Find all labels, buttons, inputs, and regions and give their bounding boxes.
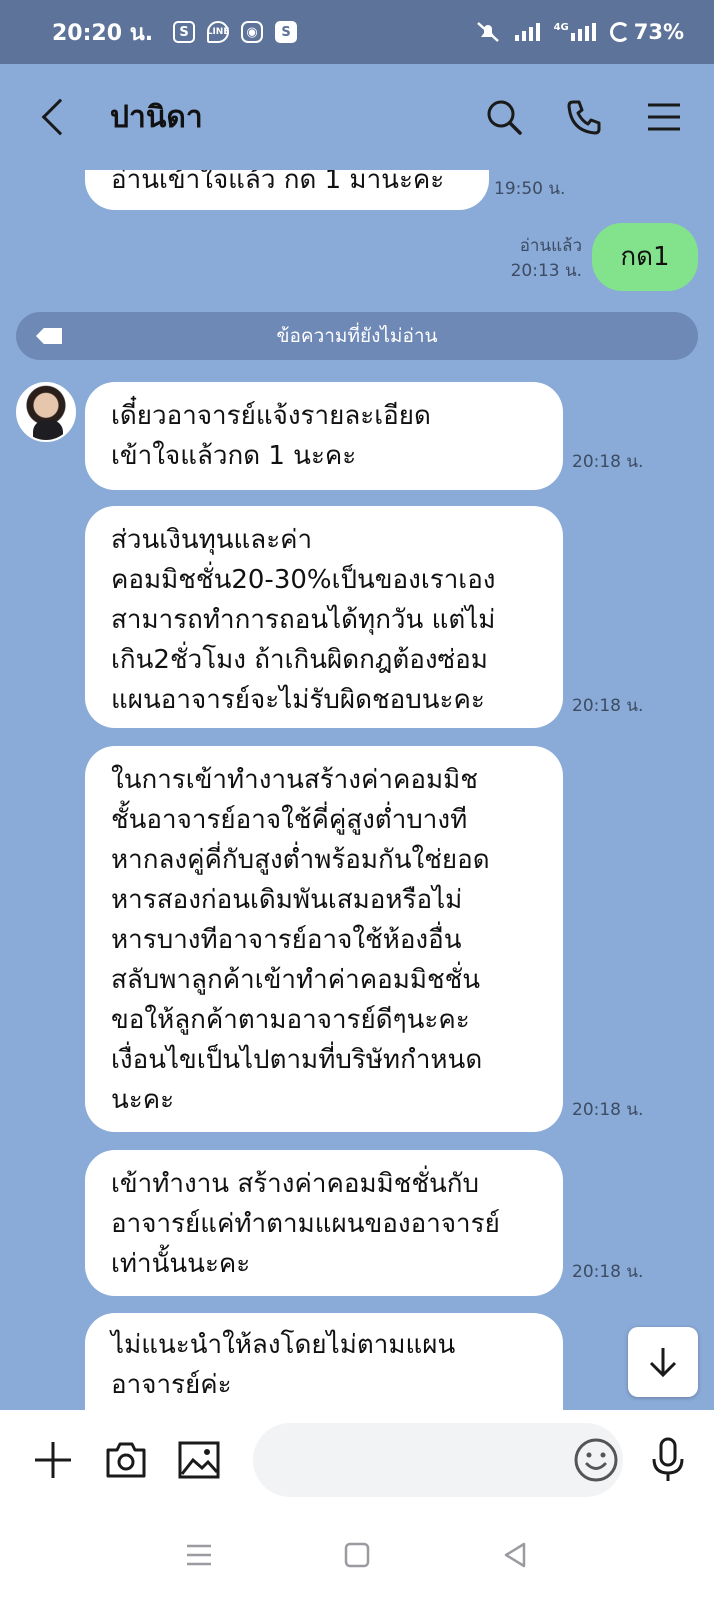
shopping-bag-icon: S — [173, 21, 196, 43]
triangle-back-icon — [504, 1542, 526, 1567]
chat-header: ปานิดา — [0, 64, 714, 170]
battery-icon — [609, 22, 630, 42]
image-button[interactable] — [176, 1437, 221, 1483]
message-bubble-incoming[interactable]: เข้าทำงาน สร้างค่าคอมมิชชั่นกับ อาจารย์แ… — [85, 1150, 563, 1296]
chat-messages[interactable]: อ่านเข้าใจแล้ว กด 1 มานะคะ 19:50 น. อ่าน… — [0, 170, 714, 1410]
home-button[interactable] — [337, 1535, 377, 1575]
instagram-icon: ◉ — [241, 21, 264, 43]
emoji-button[interactable] — [570, 1434, 622, 1486]
menu-button[interactable] — [644, 97, 684, 137]
message-time: 20:18 น. — [572, 696, 644, 716]
message-time: 19:50 น. — [494, 179, 566, 199]
battery-level: 73% — [633, 20, 684, 44]
mic-button[interactable] — [645, 1437, 690, 1483]
message-bubble-incoming[interactable]: ส่วนเงินทุนและค่า คอมมิชชั่น20-30%เป็นขอ… — [85, 506, 563, 728]
arrow-down-icon — [649, 1348, 677, 1378]
message-time: 20:13 น. — [510, 261, 582, 281]
message-bubble-outgoing[interactable]: กด1 — [592, 223, 698, 291]
avatar[interactable] — [16, 382, 76, 442]
composer-bar — [0, 1410, 714, 1510]
message-time: 20:18 น. — [572, 1262, 644, 1282]
back-nav-button[interactable] — [495, 1535, 535, 1575]
image-icon — [178, 1441, 219, 1479]
square-icon — [344, 1542, 370, 1567]
menu-lines-icon — [187, 1544, 211, 1565]
call-button[interactable] — [564, 97, 604, 137]
emoji-icon — [574, 1438, 618, 1482]
scroll-to-bottom-button[interactable] — [628, 1327, 698, 1397]
s-app-icon: S — [275, 21, 298, 43]
camera-icon — [106, 1442, 145, 1478]
plus-icon — [34, 1442, 71, 1478]
chevron-left-icon — [41, 98, 79, 136]
mute-icon — [476, 22, 499, 42]
unread-divider: ข้อความที่ยังไม่อ่าน — [16, 312, 698, 360]
phone-icon — [567, 100, 601, 135]
status-bar: 20:20 น. S LINE ◉ S 4G 73% — [0, 0, 714, 64]
message-time: 20:18 น. — [572, 452, 644, 472]
system-nav-bar — [0, 1510, 714, 1599]
camera-button[interactable] — [103, 1437, 148, 1483]
message-bubble-incoming[interactable]: ในการเข้าทำงานสร้างค่าคอมมิช ชั้นอาจารย์… — [85, 746, 563, 1132]
message-input[interactable] — [253, 1423, 623, 1497]
search-button[interactable] — [484, 97, 524, 137]
search-icon — [487, 100, 522, 135]
cell-signal-icon: 4G — [554, 23, 596, 41]
tag-icon — [36, 328, 62, 344]
read-receipt: อ่านแล้ว — [519, 236, 582, 256]
message-read-status: อ่านแล้ว 20:13 น. — [500, 234, 582, 284]
line-app-icon: LINE — [207, 21, 229, 43]
mic-icon — [652, 1437, 683, 1481]
contact-name: ปานิดา — [110, 99, 203, 135]
unread-label: ข้อความที่ยังไม่อ่าน — [276, 325, 438, 347]
message-time: 20:18 น. — [572, 1100, 644, 1120]
message-bubble-incoming[interactable]: ไม่แนะนำให้ลงโดยไม่ตามแผน อาจารย์ค่ะ — [85, 1313, 563, 1410]
add-button[interactable] — [30, 1437, 75, 1483]
message-bubble-incoming[interactable]: อ่านเข้าใจแล้ว กด 1 มานะคะ — [85, 170, 489, 210]
recent-apps-button[interactable] — [179, 1535, 219, 1575]
menu-icon — [648, 103, 680, 131]
wifi-signal-icon — [514, 23, 540, 41]
status-time: 20:20 น. — [52, 20, 154, 46]
message-bubble-incoming[interactable]: เดี๋ยวอาจารย์แจ้งรายละเอียด เข้าใจแล้วกด… — [85, 382, 563, 490]
back-button[interactable] — [36, 97, 79, 137]
